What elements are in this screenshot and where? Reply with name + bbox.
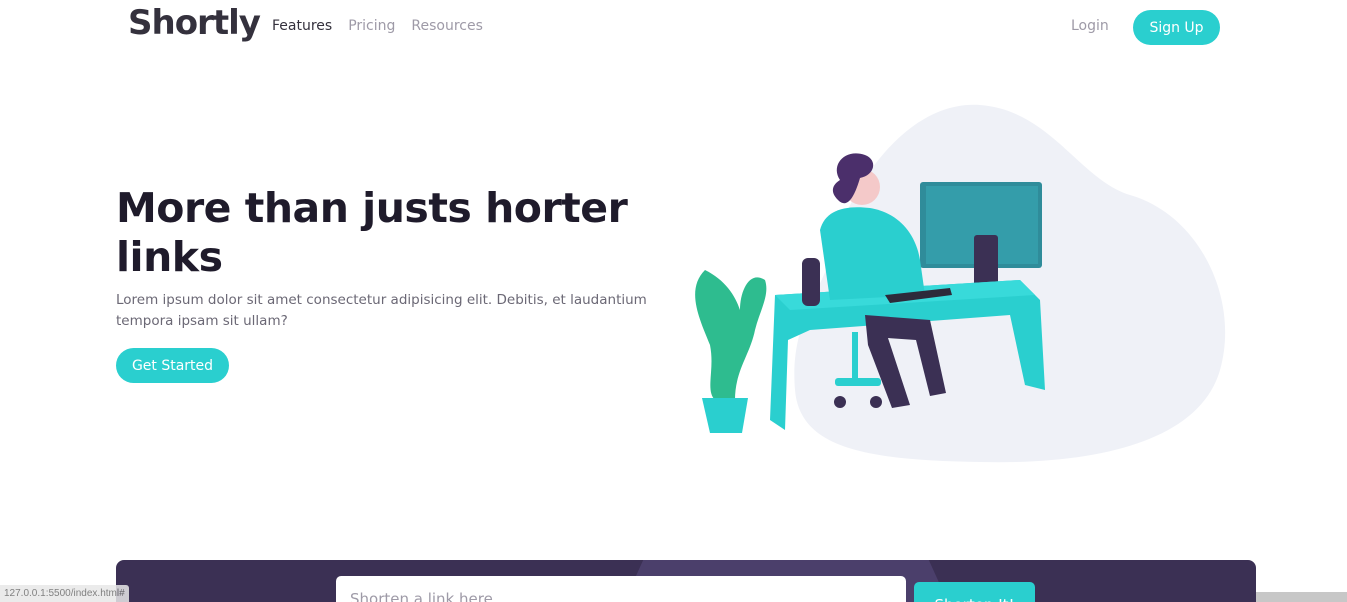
shorten-link-input[interactable] (336, 576, 906, 602)
chair-pole (852, 332, 858, 380)
shorten-it-button[interactable]: Shorten It! (914, 582, 1035, 602)
primary-nav: Features Pricing Resources (272, 18, 483, 34)
shorten-link-panel: Shorten It! (116, 560, 1256, 602)
hero-title: More than justs horter links (116, 184, 628, 281)
horizontal-scrollbar[interactable] (1256, 592, 1347, 602)
chair-base (835, 378, 881, 386)
chair-wheel-left (834, 396, 846, 408)
chair-wheel-right (870, 396, 882, 408)
get-started-button[interactable]: Get Started (116, 348, 229, 383)
nav-link-features[interactable]: Features (272, 18, 332, 34)
plant-leaves (695, 270, 767, 400)
shortly-logo[interactable]: Shortly (128, 3, 261, 43)
person-working-illustration (695, 104, 1226, 463)
browser-status-url: 127.0.0.1:5500/index.html# (0, 585, 129, 602)
nav-link-pricing[interactable]: Pricing (348, 18, 395, 34)
top-navigation: Shortly Features Pricing Resources Login… (0, 0, 1347, 56)
sign-up-button[interactable]: Sign Up (1133, 10, 1220, 45)
login-link[interactable]: Login (1071, 18, 1109, 34)
chair-back (802, 258, 820, 306)
nav-link-resources[interactable]: Resources (411, 18, 483, 34)
plant-pot (702, 398, 748, 433)
hero-description: Lorem ipsum dolor sit amet consectetur a… (116, 292, 647, 329)
